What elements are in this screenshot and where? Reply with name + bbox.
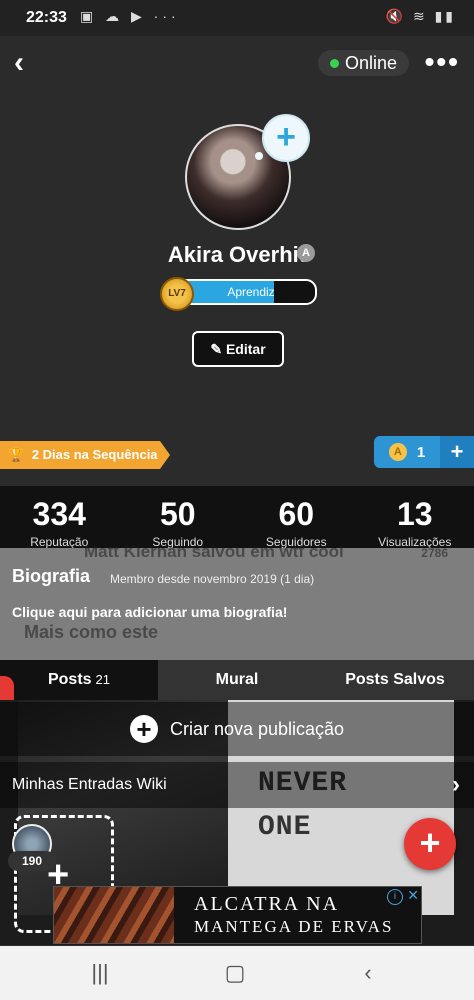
online-dot-icon bbox=[329, 58, 339, 68]
member-since: Membro desde novembro 2019 (1 dia) bbox=[110, 572, 315, 586]
tab-count: 21 bbox=[95, 672, 111, 687]
profile-tabs: Posts 21 Mural Posts Salvos bbox=[0, 660, 474, 700]
add-coins-button[interactable]: + bbox=[440, 436, 474, 468]
level-progress-bar[interactable]: Aprendiz Desenhista bbox=[176, 279, 317, 305]
stat-label: Visualizações bbox=[378, 535, 452, 549]
stat-reputation[interactable]: 334 Reputação bbox=[0, 486, 119, 548]
more-options-icon[interactable]: ••• bbox=[425, 48, 460, 76]
add-status-bubble-icon[interactable]: + bbox=[262, 114, 310, 162]
wiki-count-badge: 190 bbox=[8, 851, 56, 871]
wiki-entries-row[interactable]: Minhas Entradas Wiki › bbox=[0, 762, 474, 808]
stat-value: 50 bbox=[159, 496, 196, 532]
pencil-icon: ✎ bbox=[210, 341, 223, 357]
ghost-more-like-this: Mais como este bbox=[24, 622, 159, 642]
ad-close-icon[interactable]: ✕ bbox=[407, 887, 419, 904]
tab-saved-posts[interactable]: Posts Salvos bbox=[316, 660, 474, 700]
tab-label: Posts bbox=[47, 671, 92, 688]
online-label: Online bbox=[344, 53, 397, 73]
ad-headline: ALCATRA NA bbox=[194, 893, 340, 915]
trophy-icon: 🏆 bbox=[8, 447, 25, 462]
stat-followers[interactable]: 60 Seguidores bbox=[237, 486, 356, 548]
level-title: Aprendiz Desenhista bbox=[227, 285, 275, 299]
back-chevron-icon[interactable]: ‹ bbox=[14, 48, 44, 78]
add-bio-link[interactable]: Clique aqui para adicionar uma biografia… bbox=[12, 604, 287, 620]
notification-icons: ▣ ☁ ▶ ··· bbox=[80, 8, 180, 24]
status-time: 22:33 bbox=[26, 9, 67, 26]
coin-count: 1 bbox=[416, 443, 426, 461]
ad-food-image bbox=[54, 887, 174, 943]
status-bar: 22:33 ▣ ☁ ▶ ··· 🔇 ≋ ▮▮ bbox=[0, 0, 474, 36]
tab-mural[interactable]: Mural bbox=[158, 660, 316, 700]
ghost-notification-text: Matt Kiernan salvou em wtf cool bbox=[84, 542, 344, 561]
chevron-right-icon: › bbox=[452, 771, 460, 798]
stat-value: 60 bbox=[278, 496, 315, 532]
stat-value: 334 bbox=[32, 496, 86, 532]
thought-bubble-dot bbox=[255, 152, 263, 160]
streak-banner[interactable]: 🏆 2 Dias na Sequência bbox=[0, 441, 170, 469]
profile-stats: 334 Reputação 50 Seguindo 60 Seguidores … bbox=[0, 486, 474, 548]
amino-badge-icon: A bbox=[297, 244, 315, 262]
streak-label: 2 Dias na Sequência bbox=[31, 447, 158, 462]
edit-profile-button[interactable]: ✎ Editar bbox=[192, 331, 284, 367]
back-icon[interactable]: ‹ bbox=[348, 958, 388, 988]
stat-value: 13 bbox=[396, 496, 433, 532]
create-post-label: Criar nova publicação bbox=[169, 718, 345, 739]
stat-following[interactable]: 50 Seguindo bbox=[119, 486, 238, 548]
recent-apps-icon[interactable]: ||| bbox=[80, 958, 120, 988]
tab-label: Posts Salvos bbox=[345, 671, 445, 688]
amino-coin-icon: A bbox=[388, 443, 407, 461]
ghost-count: 2786 bbox=[421, 546, 448, 560]
ad-banner[interactable]: ALCATRA NA MANTEGA DE ERVAS i ✕ bbox=[53, 886, 422, 944]
ad-subline: MANTEGA DE ERVAS bbox=[194, 917, 394, 936]
coins-widget[interactable]: A 1 + bbox=[374, 436, 474, 468]
create-post-button[interactable]: + Criar nova publicação bbox=[0, 702, 474, 756]
system-icons: 🔇 ≋ ▮▮ bbox=[385, 8, 456, 24]
profile-name: Akira Overhit bbox=[167, 242, 307, 267]
stat-views[interactable]: 13 Visualizações bbox=[356, 486, 474, 548]
edit-label: Editar bbox=[225, 341, 266, 357]
tab-label: Mural bbox=[215, 671, 259, 688]
level-badge-icon: LV7 bbox=[160, 277, 194, 311]
tab-posts[interactable]: Posts 21 bbox=[0, 660, 158, 700]
home-icon[interactable]: ▢ bbox=[215, 958, 255, 988]
wiki-entries-label: Minhas Entradas Wiki bbox=[12, 776, 167, 793]
create-fab-button[interactable]: + bbox=[404, 818, 456, 870]
system-nav-bar: ||| ▢ ‹ bbox=[0, 946, 474, 1000]
coin-balance[interactable]: A 1 bbox=[374, 436, 440, 468]
bio-title: Biografia bbox=[12, 566, 91, 586]
ad-info-icon[interactable]: i bbox=[387, 889, 403, 905]
plus-circle-icon: + bbox=[129, 715, 158, 743]
online-status-badge: Online bbox=[317, 50, 409, 76]
